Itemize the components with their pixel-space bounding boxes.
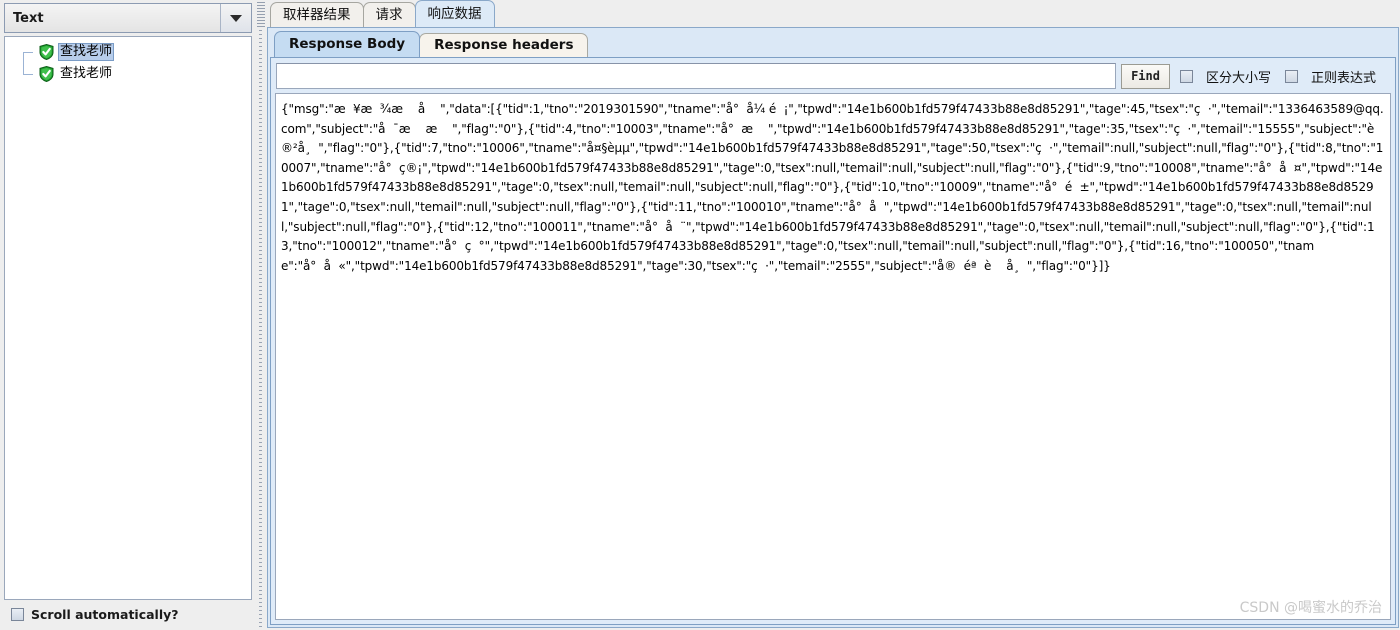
response-data-pane: Response Body Response headers Find 区分大小… [267,27,1399,628]
tree-branch-line [23,41,37,63]
case-sensitive-checkbox[interactable]: 区分大小写 [1179,67,1271,86]
chevron-down-glyph [230,14,242,22]
scroll-automatically-label: Scroll automatically? [31,606,179,622]
results-tree-panel: Text 查找老师 查找老师 Scroll automatically? [0,0,256,630]
green-shield-check-icon [39,65,54,83]
response-body-pane: Find 区分大小写 正则表达式 {"msg":"æ ¥æ ¾æ å ","da… [270,57,1396,625]
regex-label: 正则表达式 [1310,70,1376,86]
splitter-collapse-arrows-icon[interactable] [257,2,265,28]
tab-response-body[interactable]: Response Body [274,31,421,57]
find-button[interactable]: Find [1121,63,1170,89]
tab-response-data[interactable]: 响应数据 [414,0,495,27]
regex-checkbox[interactable]: 正则表达式 [1284,67,1376,86]
search-input[interactable] [276,63,1117,89]
checkbox-box[interactable] [11,607,24,621]
tree-item[interactable]: 查找老师 [5,63,251,85]
tree-item-label[interactable]: 查找老师 [58,43,115,61]
checkbox-box[interactable] [1179,69,1193,83]
tab-sampler-result[interactable]: 取样器结果 [270,2,364,27]
checkbox-box[interactable] [1284,69,1298,83]
panel-splitter[interactable] [256,0,266,630]
splitter-grip [259,30,262,628]
find-toolbar: Find 区分大小写 正则表达式 [274,61,1392,91]
tree-item[interactable]: 查找老师 [5,41,251,63]
tab-request[interactable]: 请求 [362,2,416,27]
tree-item-label[interactable]: 查找老师 [58,65,114,83]
result-tabs: 取样器结果 请求 响应数据 [266,0,1400,27]
chevron-down-icon[interactable] [221,4,251,32]
tree-branch-line [23,63,37,85]
response-body-textarea[interactable]: {"msg":"æ ¥æ ¾æ å ","data":[{"tid":1,"tn… [275,93,1391,620]
tab-response-headers[interactable]: Response headers [419,33,589,57]
render-format-combobox[interactable]: Text [4,3,252,33]
response-panel: 取样器结果 请求 响应数据 Response Body Response hea… [266,0,1400,630]
case-sensitive-label: 区分大小写 [1205,70,1271,86]
green-shield-check-icon [39,43,54,61]
response-body-content: {"msg":"æ ¥æ ¾æ å ","data":[{"tid":1,"tn… [281,102,1384,273]
scroll-automatically-checkbox[interactable]: Scroll automatically? [3,600,253,628]
jmeter-view-results-tree: Text 查找老师 查找老师 Scroll automatically? 取样器… [0,0,1400,630]
response-subtabs: Response Body Response headers [270,30,1396,57]
csdn-watermark: CSDN @喝蜜水的乔治 [1239,600,1382,616]
render-format-value[interactable]: Text [5,4,221,32]
sampler-result-tree[interactable]: 查找老师 查找老师 [4,36,252,600]
